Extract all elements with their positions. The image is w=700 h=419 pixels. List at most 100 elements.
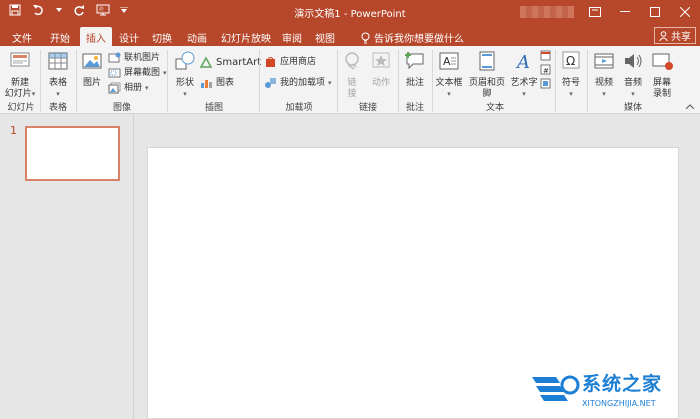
table-button[interactable]: 表格 ▾ [44,50,72,100]
online-picture-icon [108,52,121,63]
action-button[interactable]: 动作 [368,50,394,89]
group-label-media: 媒体 [623,103,642,113]
table-label: 表格 [48,78,67,88]
action-label: 动作 [371,78,390,88]
online-pictures-button[interactable]: 联机图片 [108,52,160,64]
group-label-text: 文本 [485,103,504,113]
chart-label: 图表 [216,77,235,88]
audio-button[interactable]: 音频 ▾ [620,50,646,100]
screenshot-button[interactable]: 屏幕截图 ▾ [108,67,167,79]
slide-thumbnail-pane: 1 [0,114,134,419]
tell-me-text: 告诉我你想要做什么 [374,34,464,45]
textbox-button[interactable]: A 文本框 ▾ [435,50,463,100]
smartart-label: SmartArt [216,56,262,68]
picture-label: 图片 [82,78,101,88]
group-separator [76,50,77,112]
comment-label: 批注 [405,78,424,88]
watermark-logo-icon [532,375,580,401]
audio-label: 音频 [623,78,642,88]
comment-icon [405,52,424,70]
text-small-tools: # [540,50,552,89]
new-slide-icon [10,52,30,67]
slide-thumbnail[interactable] [25,126,120,181]
wordart-icon: A [515,52,530,73]
header-footer-label: 页眉和页脚 [468,78,505,99]
wordart-button[interactable]: A 艺术字▾ [510,50,538,100]
chart-button[interactable]: 图表 [200,77,234,89]
album-label: 相册 [124,82,143,93]
tab-slideshow[interactable]: 幻灯片放映 [216,27,276,46]
screen-record-label-1: 屏幕 [652,78,671,88]
tab-file[interactable]: 文件 [4,27,40,46]
group-separator [167,50,168,112]
group-label-images: 图像 [112,103,131,113]
my-addins-label: 我的加载项 [280,77,326,88]
collapse-ribbon-icon[interactable] [685,102,695,112]
link-button[interactable]: 链 接 [340,50,364,100]
header-footer-button[interactable]: 页眉和页脚 [465,50,509,100]
new-slide-button[interactable]: 新建 幻灯片▾ [4,50,36,100]
lightbulb-icon [361,32,370,43]
link-icon [345,52,359,70]
video-button[interactable]: 视频 ▾ [591,50,617,100]
tab-animations[interactable]: 动画 [180,27,214,46]
screenshot-icon [108,68,121,78]
share-button[interactable]: 共享 [654,27,696,44]
group-label-illustrations: 插图 [204,103,223,113]
group-separator [337,50,338,112]
store-button[interactable]: 应用商店 [264,56,316,68]
tab-transitions[interactable]: 切换 [146,27,178,46]
store-icon [266,57,275,67]
speaker-icon [625,54,642,68]
tab-design[interactable]: 设计 [114,27,144,46]
screen-recording-button[interactable]: 屏幕 录制 [649,50,675,100]
share-label: 共享 [671,32,691,43]
comment-button[interactable]: 批注 [402,50,428,89]
smartart-button[interactable]: SmartArt [200,56,261,68]
screen-record-icon [652,53,673,70]
store-label: 应用商店 [280,56,317,67]
picture-icon [82,53,102,69]
maximize-icon[interactable] [640,0,670,24]
symbols-label: 符号 [561,78,580,88]
picture-button[interactable]: 图片 [79,50,105,89]
header-footer-icon [479,51,495,71]
shapes-label: 形状 [175,78,194,88]
tab-home[interactable]: 开始 [42,27,78,46]
ribbon-insert: 新建 幻灯片▾ 幻灯片 表格 ▾ 表格 图片 联机图片 屏幕截图 ▾ 相册 ▾ 图像… [0,46,700,114]
my-addins-button[interactable]: 我的加载项 ▾ [264,77,332,89]
new-slide-label-1: 新建 [10,78,29,88]
tab-review[interactable]: 审阅 [278,27,306,46]
omega-icon: Ω [562,51,580,69]
close-icon[interactable] [670,0,700,24]
video-icon [594,53,614,69]
tell-me-box[interactable]: 告诉我你想要做什么 [361,30,464,45]
textbox-label: 文本框 [435,78,463,88]
link-label-1: 链 [347,78,357,88]
symbols-button[interactable]: Ω 符号 ▾ [558,50,584,100]
slide-number: 1 [10,124,17,137]
slide-number-icon[interactable]: # [540,64,551,75]
group-label-links: 链接 [358,103,377,113]
group-label-comments: 批注 [405,103,424,113]
group-label-addins: 加载项 [285,103,313,113]
group-separator [259,50,260,112]
textbox-icon: A [439,52,459,70]
tab-view[interactable]: 视图 [308,27,342,46]
watermark: 系统之家 XITONGZHIJIA.NET [530,367,700,419]
chevron-down-icon: ▾ [56,90,60,98]
account-name-blurred[interactable] [520,6,574,18]
tab-insert[interactable]: 插入 [80,27,112,46]
album-button[interactable]: 相册 ▾ [108,82,149,94]
shapes-button[interactable]: 形状 ▾ [172,50,198,100]
watermark-brand: 系统之家 [582,373,663,395]
object-icon[interactable] [540,78,551,89]
online-pictures-label: 联机图片 [124,52,161,63]
minimize-icon[interactable] [610,0,640,24]
album-icon [108,82,121,94]
group-separator [555,50,556,112]
date-time-icon[interactable] [540,50,551,61]
ribbon-display-icon[interactable] [580,0,610,24]
new-slide-label-2: 幻灯片▾ [4,89,36,99]
person-icon [659,30,668,41]
